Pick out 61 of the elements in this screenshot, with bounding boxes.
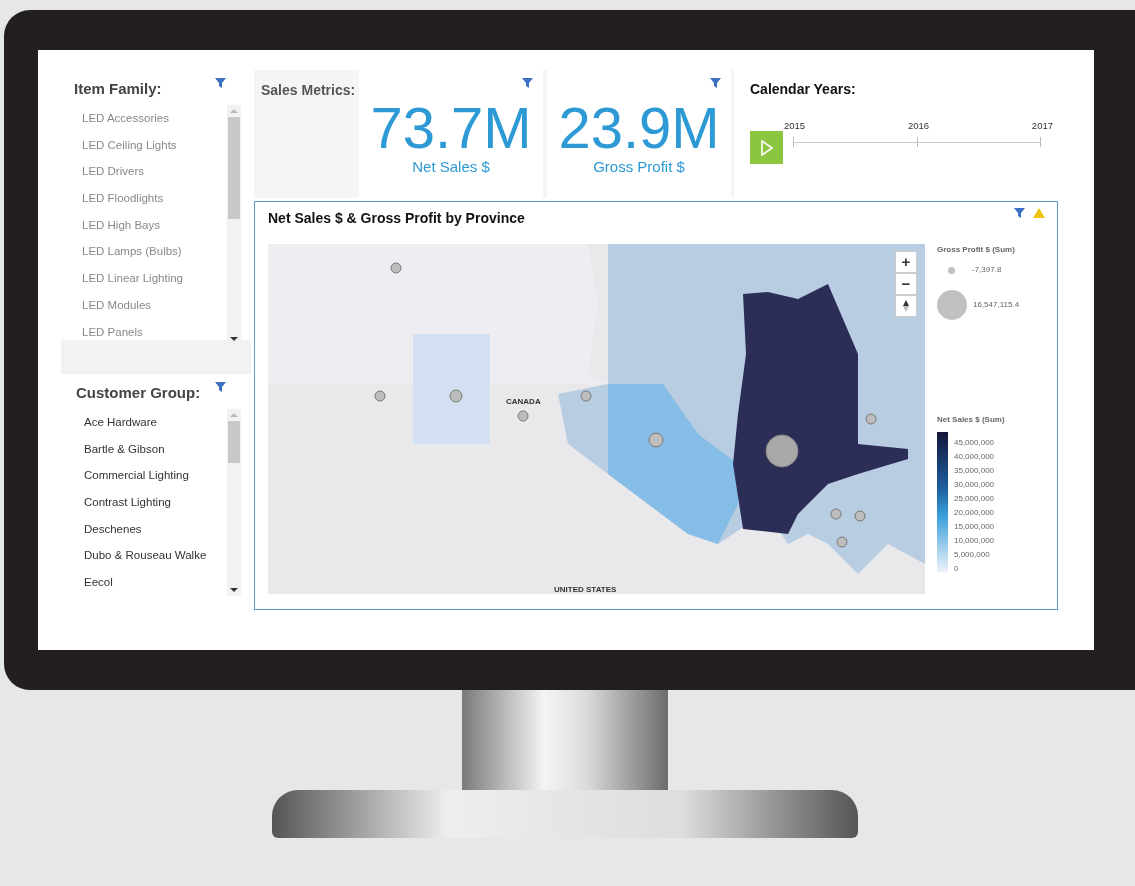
map-label: UNITED STATES [554,586,617,594]
filter-icon[interactable] [522,78,533,88]
list-item[interactable]: LED Floodlights [82,185,227,212]
kpi-label: Net Sales $ [412,157,490,177]
list-item[interactable]: Deschenes [84,515,227,543]
year-label: 2015 [784,120,806,132]
list-item[interactable]: Ace Hardware [84,409,227,436]
list-item[interactable]: LED Ceiling Lights [82,131,227,159]
filter-icon[interactable] [710,78,721,88]
legend-tick: 0 [953,563,960,575]
list-item[interactable]: LED Accessories [82,105,227,132]
legend-tick: 45,000,000 [953,437,995,449]
filter-icon[interactable] [215,78,226,88]
zoom-out-button[interactable]: − [895,273,917,295]
scrollbar-thumb[interactable] [228,117,240,219]
compass-button[interactable] [895,295,917,317]
legend-tick: 25,000,000 [953,493,995,505]
list-item[interactable]: Eecol [84,569,227,596]
legend-tick: 35,000,000 [953,465,995,477]
legend-value: 16,547,115.4 [973,299,1020,311]
filter-title: Item Family: [74,79,162,99]
size-legend-circle [937,290,967,320]
legend-value: -7,397.8 [972,264,1002,276]
legend-tick: 5,000,000 [953,549,991,561]
size-legend-circle [948,266,955,274]
panel-title: Net Sales $ & Gross Profit by Province [268,209,525,228]
panel-title: Calendar Years: [750,80,857,99]
play-icon [759,139,774,156]
scrollbar-thumb[interactable] [228,421,240,463]
legend-tick: 30,000,000 [953,479,995,491]
kpi-label: Gross Profit $ [593,157,685,177]
filter-icon[interactable] [215,382,226,392]
scroll-down-icon[interactable] [230,587,238,592]
legend-tick: 10,000,000 [953,535,995,547]
zoom-in-button[interactable]: + [895,251,917,273]
legend-title: Net Sales $ (Sum) [937,414,1006,426]
panel-title: Sales Metrics: [261,82,356,98]
year-label: 2016 [907,120,930,132]
list-item[interactable]: LED Linear Lighting [82,265,227,292]
compass-icon [903,300,909,312]
list-item[interactable]: LED Panels [82,318,227,346]
year-label: 2017 [1031,120,1053,132]
legend-tick: 15,000,000 [953,521,995,533]
list-item[interactable]: LED Drivers [82,158,227,186]
list-item[interactable]: Contrast Lighting [84,489,227,516]
legend-title: Gross Profit $ (Sum) [937,244,1016,256]
list-item[interactable]: LED High Bays [82,211,227,239]
scrollbar[interactable] [227,409,241,596]
legend-tick: 40,000,000 [953,451,995,463]
list-item[interactable]: Commercial Lighting [84,462,227,490]
kpi-value: 23.9M [558,100,720,156]
filter-title: Customer Group: [76,383,201,403]
scroll-down-icon[interactable] [230,337,238,342]
list-item[interactable]: Dubo & Rouseau Walke [84,542,227,570]
map-label: CANADA [506,396,541,408]
kpi-value: 73.7M [370,100,532,156]
list-item[interactable]: LED Lamps (Bulbs) [82,238,227,266]
filter-icon[interactable] [1014,208,1025,218]
legend-tick: 20,000,000 [953,507,995,519]
list-item[interactable]: LED Modules [82,291,227,319]
list-item[interactable]: Bartle & Gibson [84,435,227,463]
